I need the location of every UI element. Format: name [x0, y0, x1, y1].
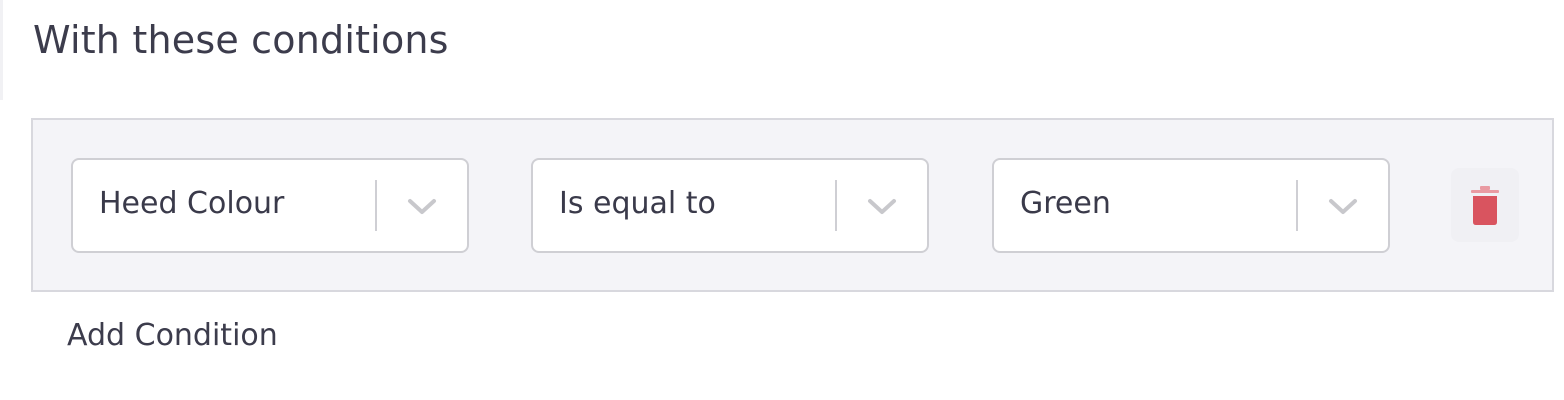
chevron-down-icon[interactable]	[865, 192, 899, 220]
value-select-divider	[1296, 180, 1298, 231]
field-select-value: Heed Colour	[99, 186, 285, 221]
field-select[interactable]: Heed Colour	[71, 158, 469, 253]
operator-select-divider	[835, 180, 837, 231]
chevron-down-icon[interactable]	[405, 192, 439, 220]
operator-select-value: Is equal to	[559, 186, 716, 221]
delete-condition-button[interactable]	[1451, 168, 1519, 242]
conditions-page: With these conditions Heed Colour Is equ…	[0, 0, 1564, 400]
value-select[interactable]: Green	[992, 158, 1390, 253]
value-select-value: Green	[1020, 186, 1111, 221]
section-title: With these conditions	[33, 18, 449, 62]
condition-row: Heed Colour Is equal to Green	[31, 118, 1554, 292]
chevron-down-icon[interactable]	[1326, 192, 1360, 220]
add-condition-button[interactable]: Add Condition	[67, 312, 278, 360]
trash-icon	[1471, 186, 1499, 225]
operator-select[interactable]: Is equal to	[531, 158, 929, 253]
left-panel-edge	[0, 0, 3, 100]
field-select-divider	[375, 180, 377, 231]
